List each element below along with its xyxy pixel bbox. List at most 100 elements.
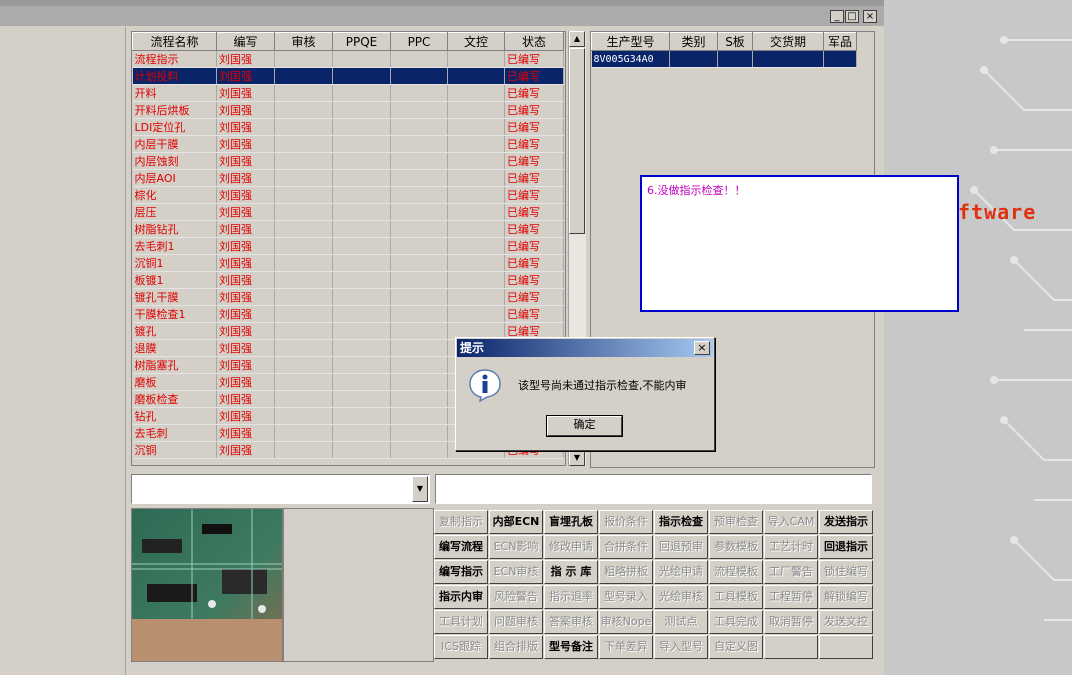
process-cell[interactable]: 沉铜: [132, 441, 217, 459]
process-cell[interactable]: 刘国强: [216, 441, 275, 459]
process-cell[interactable]: [390, 203, 448, 221]
minimize-button[interactable]: _: [830, 10, 844, 23]
process-cell[interactable]: [332, 67, 391, 85]
process-cell[interactable]: 树脂钻孔: [132, 220, 217, 238]
process-cell[interactable]: [447, 50, 505, 68]
process-cell[interactable]: [274, 50, 333, 68]
process-cell[interactable]: [447, 135, 505, 153]
process-cell[interactable]: [447, 254, 505, 272]
process-cell[interactable]: 刘国强: [216, 101, 275, 119]
process-cell[interactable]: 树脂塞孔: [132, 356, 217, 374]
process-cell[interactable]: 开料: [132, 84, 217, 102]
process-cell[interactable]: 刘国强: [216, 67, 275, 85]
process-cell[interactable]: 已编写: [504, 84, 564, 102]
process-row[interactable]: 流程指示 刘国强 已编写: [132, 50, 564, 68]
process-row[interactable]: 去毛刺1 刘国强 已编写: [132, 237, 564, 255]
process-row[interactable]: 开料后烘板 刘国强 已编写: [132, 101, 564, 119]
action-button[interactable]: 回退指示: [819, 535, 873, 559]
action-button[interactable]: 导入型号: [654, 635, 708, 659]
process-cell[interactable]: 已编写: [504, 203, 564, 221]
process-cell[interactable]: [274, 169, 333, 187]
action-button[interactable]: 型号备注: [544, 635, 598, 659]
process-cell[interactable]: 内层干膜: [132, 135, 217, 153]
action-button[interactable]: 下单差异: [599, 635, 653, 659]
action-button[interactable]: 指示退率: [544, 585, 598, 609]
process-cell[interactable]: [332, 322, 391, 340]
process-cell[interactable]: [274, 305, 333, 323]
process-cell[interactable]: [332, 271, 391, 289]
process-cell[interactable]: 刘国强: [216, 186, 275, 204]
process-cell[interactable]: [390, 186, 448, 204]
process-row[interactable]: 棕化 刘国强 已编写: [132, 186, 564, 204]
process-row[interactable]: 沉铜1 刘国强 已编写: [132, 254, 564, 272]
process-cell[interactable]: 刘国强: [216, 50, 275, 68]
process-cell[interactable]: 棕化: [132, 186, 217, 204]
process-cell[interactable]: [390, 254, 448, 272]
process-cell[interactable]: [390, 305, 448, 323]
action-button[interactable]: 工厂警告: [764, 560, 818, 584]
product-cell[interactable]: [752, 50, 824, 68]
process-cell[interactable]: [390, 390, 448, 408]
close-button[interactable]: ×: [863, 10, 877, 23]
process-cell[interactable]: 已编写: [504, 220, 564, 238]
process-cell[interactable]: [332, 135, 391, 153]
action-button[interactable]: 导入CAM: [764, 510, 818, 534]
process-cell[interactable]: [332, 390, 391, 408]
process-cell[interactable]: [332, 373, 391, 391]
process-cell[interactable]: [274, 220, 333, 238]
action-button[interactable]: 组合排版: [489, 635, 543, 659]
process-cell[interactable]: 刘国强: [216, 84, 275, 102]
process-cell[interactable]: 刘国强: [216, 237, 275, 255]
scroll-down-button[interactable]: ▼: [569, 450, 585, 466]
process-cell[interactable]: [274, 339, 333, 357]
process-cell[interactable]: [447, 271, 505, 289]
action-button[interactable]: ECN影响: [489, 535, 543, 559]
process-cell[interactable]: [390, 339, 448, 357]
process-col-header[interactable]: 编写: [216, 32, 275, 51]
action-button[interactable]: 回退预审: [654, 535, 708, 559]
process-row[interactable]: LDI定位孔 刘国强 已编写: [132, 118, 564, 136]
product-cell[interactable]: [823, 50, 857, 68]
process-cell[interactable]: [390, 169, 448, 187]
process-cell[interactable]: [274, 101, 333, 119]
process-cell[interactable]: [274, 84, 333, 102]
process-cell[interactable]: [447, 186, 505, 204]
remark-text-field[interactable]: [435, 474, 872, 504]
action-button[interactable]: 粗略拼板: [599, 560, 653, 584]
process-cell[interactable]: [390, 271, 448, 289]
process-cell[interactable]: [447, 203, 505, 221]
process-cell[interactable]: [274, 186, 333, 204]
action-button[interactable]: [764, 635, 818, 659]
action-button[interactable]: ICS跟踪: [434, 635, 488, 659]
process-cell[interactable]: 镀孔: [132, 322, 217, 340]
product-cell[interactable]: [717, 50, 753, 68]
process-cell[interactable]: 已编写: [504, 186, 564, 204]
process-cell[interactable]: [332, 203, 391, 221]
process-cell[interactable]: 已编写: [504, 271, 564, 289]
flow-combo-box[interactable]: ▼: [131, 474, 430, 504]
process-cell[interactable]: [274, 118, 333, 136]
dialog-close-button[interactable]: ×: [694, 341, 710, 355]
process-cell[interactable]: 干膜检查1: [132, 305, 217, 323]
scroll-thumb[interactable]: [569, 48, 585, 234]
process-cell[interactable]: 已编写: [504, 305, 564, 323]
process-cell[interactable]: 已编写: [504, 254, 564, 272]
action-button[interactable]: 编写指示: [434, 560, 488, 584]
process-row[interactable]: 内层AOI 刘国强 已编写: [132, 169, 564, 187]
process-cell[interactable]: [390, 118, 448, 136]
process-cell[interactable]: [390, 135, 448, 153]
ok-button[interactable]: 确定: [546, 415, 623, 437]
process-cell[interactable]: 刘国强: [216, 390, 275, 408]
process-cell[interactable]: [390, 67, 448, 85]
process-cell[interactable]: 计划投料: [132, 67, 217, 85]
process-cell[interactable]: [390, 220, 448, 238]
process-cell[interactable]: [274, 407, 333, 425]
process-cell[interactable]: [274, 390, 333, 408]
process-cell[interactable]: 板镀1: [132, 271, 217, 289]
action-button[interactable]: ECN审核: [489, 560, 543, 584]
process-cell[interactable]: 已编写: [504, 101, 564, 119]
process-cell[interactable]: [447, 152, 505, 170]
product-col-header[interactable]: 交货期: [752, 32, 824, 51]
process-cell[interactable]: [332, 101, 391, 119]
process-cell[interactable]: [332, 305, 391, 323]
